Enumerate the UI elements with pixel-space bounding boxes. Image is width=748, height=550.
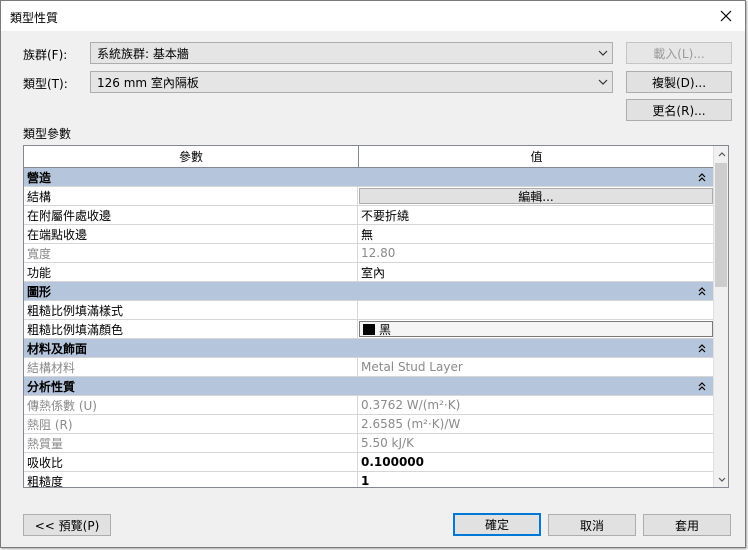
collapse-icon[interactable] [698, 381, 706, 391]
param-name: 傳熱係數 (U) [24, 396, 358, 414]
type-parameters-label: 類型參數 [23, 127, 72, 141]
table-row: 熱質量 5.50 kJ/K [24, 434, 714, 453]
family-select-value: 系統族群: 基本牆 [97, 46, 189, 61]
param-value[interactable]: 無 [358, 225, 714, 243]
color-name: 黑 [379, 322, 392, 337]
type-select[interactable]: 126 mm 室內隔板 [90, 71, 613, 93]
collapse-icon[interactable] [698, 172, 706, 182]
param-name: 吸收比 [24, 453, 358, 471]
table-row: 熱阻 (R) 2.6585 (m²·K)/W [24, 415, 714, 434]
family-label: 族群(F): [23, 48, 68, 62]
table-row[interactable]: 在端點收邊 無 [24, 225, 714, 244]
rename-button[interactable]: 更名(R)... [626, 99, 732, 121]
param-value[interactable]: 1 [358, 472, 714, 487]
param-name: 粗糙比例填滿樣式 [24, 301, 358, 319]
table-row: 寬度 12.80 [24, 244, 714, 263]
cancel-button[interactable]: 取消 [548, 514, 636, 536]
scroll-up-icon[interactable] [714, 146, 728, 162]
grid-header: 參數 值 [24, 146, 714, 168]
chevron-down-icon [594, 50, 612, 56]
group-label: 材料及飾面 [27, 341, 88, 356]
family-select[interactable]: 系統族群: 基本牆 [90, 42, 613, 64]
param-value: 2.6585 (m²·K)/W [361, 417, 461, 431]
close-button[interactable] [711, 3, 741, 29]
apply-button[interactable]: 套用 [643, 514, 731, 536]
preview-button[interactable]: << 預覽(P) [23, 514, 111, 536]
table-row[interactable]: 在附屬件處收邊 不要折繞 [24, 206, 714, 225]
param-name: 在端點收邊 [24, 225, 358, 243]
param-value[interactable]: 室內 [358, 263, 714, 281]
group-label: 分析性質 [27, 379, 76, 394]
parameter-grid: 參數 值 營造 結構 編輯... 在附屬件處收邊 不要折繞 在端點收邊 無 寬度 [23, 145, 729, 488]
chevron-down-icon [594, 79, 612, 85]
group-label: 營造 [27, 170, 52, 185]
param-value[interactable]: 0.100000 [358, 453, 714, 471]
param-name: 在附屬件處收邊 [24, 206, 358, 224]
title-bar: 類型性質 [1, 1, 745, 31]
group-analytical[interactable]: 分析性質 [24, 377, 714, 396]
table-row: 粗糙比例填滿顏色 黑 [24, 320, 714, 339]
param-value[interactable] [358, 301, 714, 319]
param-name: 功能 [24, 263, 358, 281]
param-name: 熱質量 [24, 434, 358, 452]
edit-structure-button[interactable]: 編輯... [359, 188, 713, 204]
duplicate-button[interactable]: 複製(D)... [626, 71, 732, 93]
param-value[interactable]: 不要折繞 [358, 206, 714, 224]
type-properties-dialog: 類型性質 族群(F): 系統族群: 基本牆 載入(L)... 類型(T): 12… [0, 0, 746, 548]
param-name: 結構 [24, 187, 358, 205]
group-construction[interactable]: 營造 [24, 168, 714, 187]
scrollbar-thumb[interactable] [715, 163, 727, 287]
vertical-scrollbar[interactable] [713, 146, 728, 487]
table-row[interactable]: 粗糙比例填滿樣式 [24, 301, 714, 320]
param-name: 熱阻 (R) [24, 415, 358, 433]
param-name: 結構材料 [24, 358, 358, 376]
header-value[interactable]: 值 [359, 146, 714, 167]
group-materials[interactable]: 材料及飾面 [24, 339, 714, 358]
param-value: 0.3762 W/(m²·K) [361, 398, 461, 412]
param-name: 粗糙度 [24, 472, 358, 487]
param-value: 12.80 [361, 246, 396, 260]
color-picker-button[interactable]: 黑 [359, 321, 713, 337]
table-row[interactable]: 功能 室內 [24, 263, 714, 282]
table-row: 結構材料 Metal Stud Layer [24, 358, 714, 377]
group-graphics[interactable]: 圖形 [24, 282, 714, 301]
ok-button[interactable]: 確定 [453, 513, 541, 536]
collapse-icon[interactable] [698, 343, 706, 353]
load-button[interactable]: 載入(L)... [626, 42, 732, 64]
type-select-value: 126 mm 室內隔板 [97, 75, 199, 90]
table-row: 傳熱係數 (U) 0.3762 W/(m²·K) [24, 396, 714, 415]
param-value: Metal Stud Layer [361, 360, 463, 374]
scroll-down-icon[interactable] [714, 471, 728, 487]
window-title: 類型性質 [10, 11, 59, 25]
group-label: 圖形 [27, 284, 52, 299]
type-label: 類型(T): [23, 77, 68, 91]
param-name: 粗糙比例填滿顏色 [24, 320, 358, 338]
close-icon [720, 10, 732, 22]
param-name: 寬度 [24, 244, 358, 262]
table-row[interactable]: 粗糙度 1 [24, 472, 714, 487]
grid-body: 營造 結構 編輯... 在附屬件處收邊 不要折繞 在端點收邊 無 寬度 12.8… [24, 168, 714, 487]
table-row[interactable]: 吸收比 0.100000 [24, 453, 714, 472]
collapse-icon[interactable] [698, 286, 706, 296]
table-row: 結構 編輯... [24, 187, 714, 206]
header-parameter[interactable]: 參數 [24, 146, 359, 167]
param-value: 5.50 kJ/K [361, 436, 414, 450]
color-swatch [363, 323, 375, 335]
